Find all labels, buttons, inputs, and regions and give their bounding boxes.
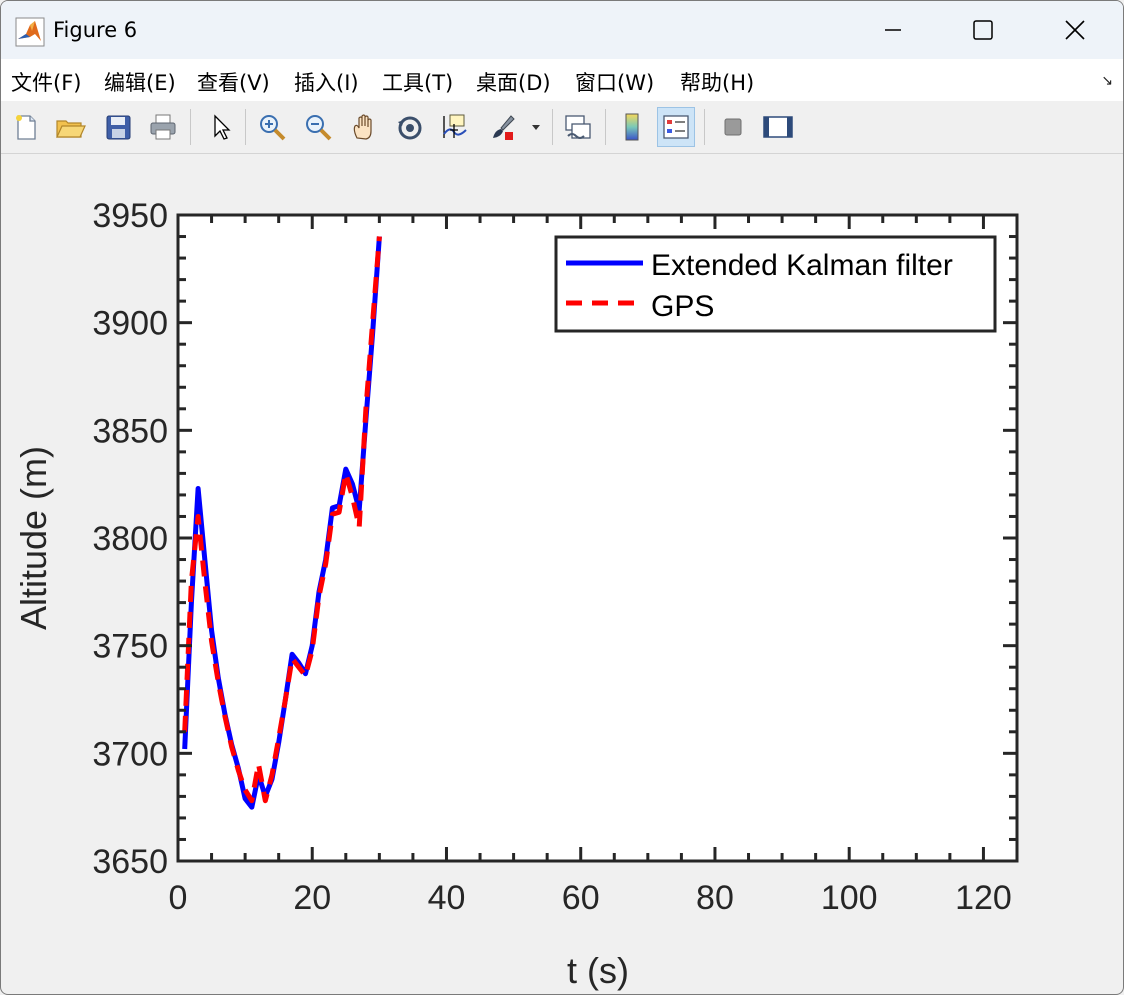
y-tick-label: 3700 — [92, 735, 168, 773]
legend-label-ekf: Extended Kalman filter — [651, 249, 953, 282]
y-axis-label: Altitude (m) — [13, 446, 54, 630]
x-tick-label: 120 — [955, 879, 1012, 917]
zoom-out-icon — [306, 115, 332, 141]
menu-edit[interactable]: 编辑(E) — [104, 67, 176, 97]
toolbar-separator — [245, 109, 246, 145]
data-cursor-button[interactable] — [437, 107, 475, 147]
zoom-out-button[interactable] — [299, 107, 337, 147]
y-tick-label: 3650 — [92, 843, 168, 881]
print-icon — [150, 114, 176, 140]
new-figure-icon — [16, 115, 36, 140]
colorbar-button[interactable] — [613, 107, 651, 147]
legend-label-gps: GPS — [651, 290, 714, 323]
dock-arrow-icon[interactable]: ↘ — [1101, 73, 1113, 89]
link-plot-button[interactable] — [559, 107, 597, 147]
y-tick-label: 3750 — [92, 628, 168, 666]
y-tick-label: 3800 — [92, 520, 168, 558]
toolbar — [1, 101, 1123, 154]
minimize-icon — [885, 29, 901, 31]
menu-view[interactable]: 查看(V) — [197, 67, 270, 97]
legend-icon — [663, 115, 689, 139]
toolbar-separator — [190, 109, 191, 145]
figure-canvas: 0 20 40 60 80 100 120 3650 3700 3750 3800 3850 3900 3… — [1, 153, 1124, 995]
close-button[interactable] — [1029, 1, 1121, 59]
link-plot-icon — [565, 115, 591, 139]
menu-window[interactable]: 窗口(W) — [575, 67, 654, 97]
rotate-3d-button[interactable] — [391, 107, 429, 147]
print-button[interactable] — [144, 107, 182, 147]
zoom-in-button[interactable] — [253, 107, 291, 147]
brush-dropdown-button[interactable] — [524, 107, 548, 147]
menu-desktop[interactable]: 桌面(D) — [476, 67, 551, 97]
brush-button[interactable] — [484, 107, 522, 147]
close-icon — [1065, 20, 1085, 40]
zoom-in-icon — [260, 115, 286, 141]
x-tick-label: 100 — [821, 879, 878, 917]
title-bar[interactable]: Figure 6 — [1, 1, 1123, 59]
matlab-logo-icon — [15, 17, 45, 47]
window-title: Figure 6 — [53, 18, 138, 42]
x-tick-label: 0 — [169, 879, 188, 917]
save-button[interactable] — [99, 107, 137, 147]
open-file-button[interactable] — [51, 107, 89, 147]
colorbar-icon — [625, 113, 639, 141]
maximize-icon — [973, 20, 993, 40]
pan-hand-icon — [353, 114, 372, 140]
legend-button[interactable] — [657, 107, 695, 147]
y-tick-label: 3850 — [92, 412, 168, 450]
open-file-icon — [56, 120, 86, 138]
rotate-3d-icon — [398, 116, 422, 140]
y-tick-label: 3950 — [92, 197, 168, 235]
brush-icon — [493, 115, 515, 140]
menu-tools[interactable]: 工具(T) — [382, 67, 453, 97]
new-figure-button[interactable] — [7, 107, 45, 147]
pan-button[interactable] — [345, 107, 383, 147]
toolbar-separator — [704, 109, 705, 145]
x-tick-label: 20 — [293, 879, 331, 917]
show-plot-tools-icon — [763, 116, 793, 138]
minimize-button[interactable] — [847, 1, 939, 59]
menu-help[interactable]: 帮助(H) — [680, 67, 754, 97]
toolbar-separator — [552, 109, 553, 145]
hide-plot-tools-button[interactable] — [714, 107, 752, 147]
edit-plot-arrow-icon — [214, 114, 231, 140]
menu-bar: 文件(F) 编辑(E) 查看(V) 插入(I) 工具(T) 桌面(D) 窗口(W… — [1, 59, 1123, 101]
legend[interactable]: Extended Kalman filter GPS — [554, 235, 997, 333]
maximize-button[interactable] — [937, 1, 1029, 59]
hide-plot-tools-icon — [724, 118, 742, 136]
menu-insert[interactable]: 插入(I) — [294, 67, 359, 97]
save-icon — [106, 115, 131, 140]
edit-plot-button[interactable] — [201, 107, 239, 147]
menu-file[interactable]: 文件(F) — [11, 67, 81, 97]
x-tick-label: 80 — [696, 879, 734, 917]
figure-window: Figure 6 文件(F) 编辑(E) 查看(V) 插入(I) 工具(T) 桌… — [0, 0, 1124, 995]
y-tick-label: 3900 — [92, 305, 168, 343]
x-tick-label: 60 — [562, 879, 600, 917]
chart-svg[interactable]: 0 20 40 60 80 100 120 3650 3700 3750 3800 3850 3900 3… — [1, 153, 1124, 995]
data-cursor-icon — [443, 114, 467, 138]
x-tick-label: 40 — [428, 879, 466, 917]
x-axis-label: t (s) — [567, 950, 629, 991]
dropdown-arrow-icon — [532, 125, 540, 130]
show-plot-tools-button[interactable] — [759, 107, 797, 147]
toolbar-separator — [605, 109, 606, 145]
